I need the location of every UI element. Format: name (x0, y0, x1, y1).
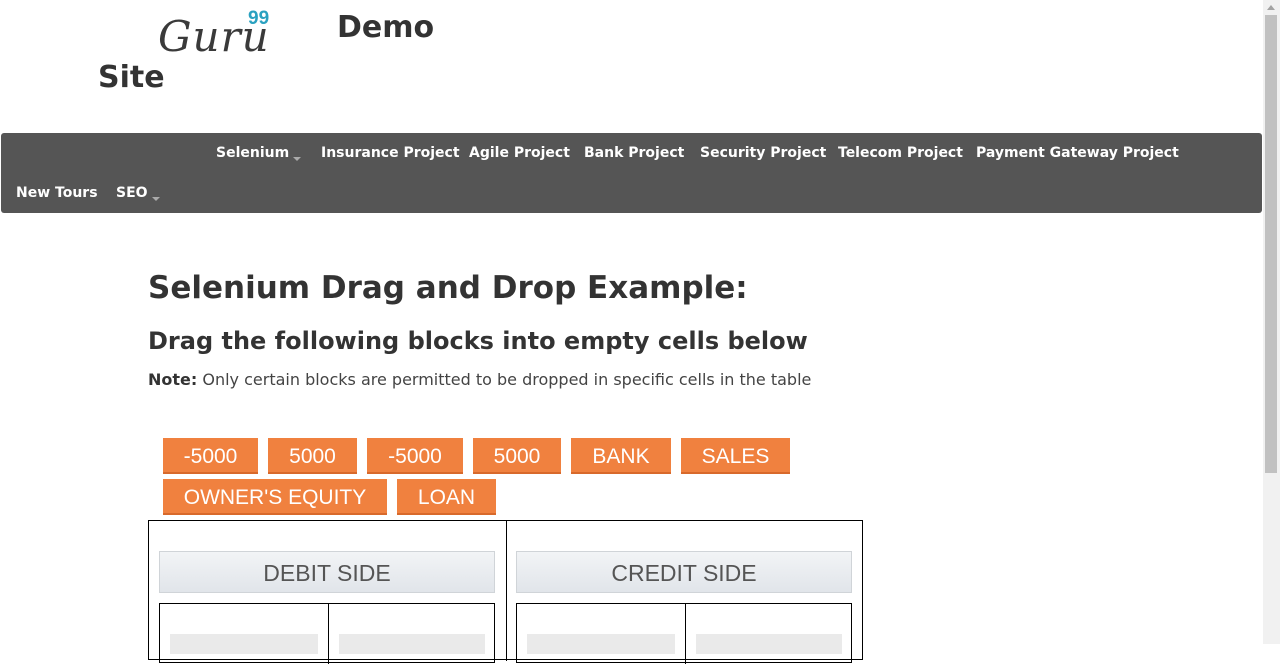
guru99-logo[interactable]: Guru 99 (158, 4, 278, 61)
drag-block-sales[interactable]: SALES (681, 438, 790, 474)
site-title-site: Site (98, 60, 165, 95)
note-body: Only certain blocks are permitted to be … (197, 370, 812, 389)
main-navbar: Selenium Insurance Project Agile Project… (1, 133, 1262, 213)
nav-item-insurance-project[interactable]: Insurance Project (321, 145, 460, 161)
nav-item-telecom-project[interactable]: Telecom Project (838, 145, 963, 161)
debit-drop-table (159, 603, 495, 664)
site-header: Guru 99 Demo Site (0, 0, 1263, 132)
accounts-table: DEBIT SIDE CREDIT SIDE (148, 520, 863, 664)
note-text: Note: Only certain blocks are permitted … (148, 370, 811, 389)
page-title: Selenium Drag and Drop Example: (148, 270, 748, 306)
drag-block-amount[interactable]: 5000 (268, 438, 357, 474)
debit-side-header: DEBIT SIDE (159, 551, 495, 593)
credit-amount-drop-cell[interactable] (696, 634, 842, 654)
nav-item-seo[interactable]: SEO (116, 185, 160, 201)
drag-block-bank[interactable]: BANK (571, 438, 671, 474)
nav-item-security-project[interactable]: Security Project (700, 145, 826, 161)
drag-block-amount[interactable]: -5000 (163, 438, 258, 474)
nav-item-agile-project[interactable]: Agile Project (469, 145, 570, 161)
drag-block-amount[interactable]: -5000 (367, 438, 463, 474)
debit-amount-drop-cell[interactable] (339, 634, 485, 654)
chevron-down-icon (151, 197, 160, 201)
nav-item-new-tours[interactable]: New Tours (16, 185, 98, 201)
cell-divider (328, 604, 329, 664)
scrollbar-thumb[interactable] (1265, 15, 1277, 473)
credit-side-header: CREDIT SIDE (516, 551, 852, 593)
credit-drop-table (516, 603, 852, 664)
drag-block-loan[interactable]: LOAN (397, 479, 496, 515)
drag-block-owners-equity[interactable]: OWNER'S EQUITY (163, 479, 387, 515)
cell-divider (685, 604, 686, 664)
chevron-down-icon (293, 157, 302, 161)
drag-block-amount[interactable]: 5000 (473, 438, 561, 474)
site-title-demo: Demo (337, 10, 435, 45)
page-subtitle: Drag the following blocks into empty cel… (148, 327, 808, 355)
note-label: Note: (148, 370, 198, 389)
nav-item-bank-project[interactable]: Bank Project (584, 145, 684, 161)
nav-item-payment-gateway-project[interactable]: Payment Gateway Project (976, 145, 1179, 161)
nav-item-label: SEO (116, 185, 148, 201)
scroll-up-arrow-icon[interactable] (1267, 5, 1275, 10)
table-divider (506, 521, 507, 661)
debit-account-drop-cell[interactable] (170, 634, 318, 654)
credit-account-drop-cell[interactable] (527, 634, 675, 654)
nav-item-selenium[interactable]: Selenium (216, 145, 302, 161)
nav-item-label: Selenium (216, 145, 290, 161)
logo-superscript: 99 (248, 8, 270, 29)
vertical-scrollbar[interactable] (1263, 0, 1280, 644)
